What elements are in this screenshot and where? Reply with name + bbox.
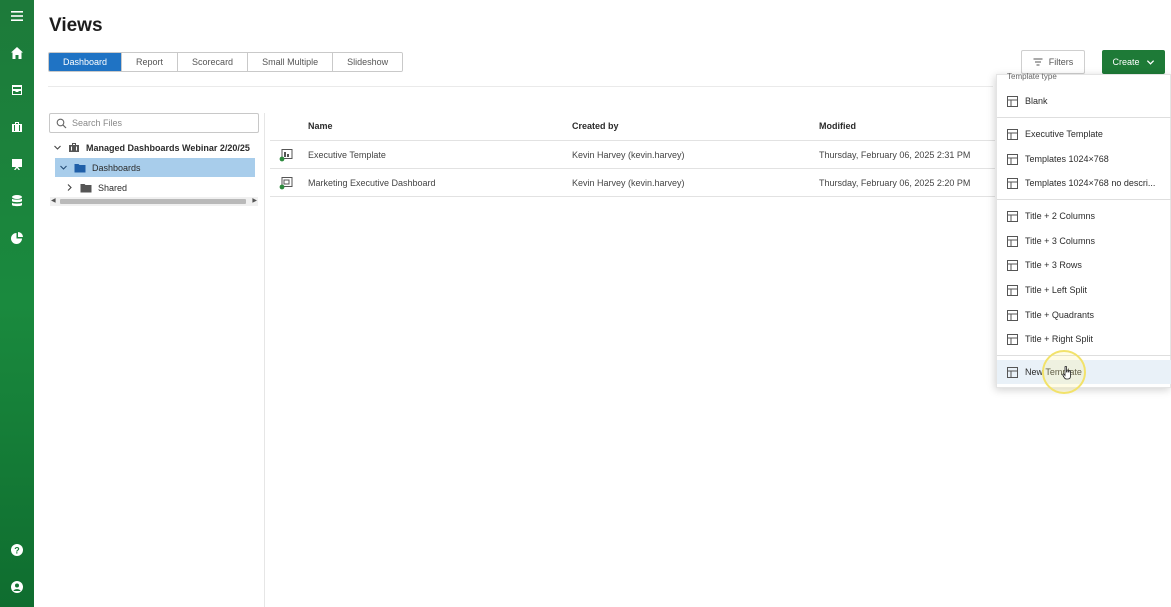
scroll-left-icon[interactable]: ◀ — [51, 197, 56, 206]
menu-item-label: Title + 2 Columns — [1025, 211, 1095, 221]
create-template-menu: Template type Blank Executive Template T… — [996, 72, 1171, 388]
table-divider — [270, 140, 995, 141]
menu-item-label: Executive Template — [1025, 129, 1103, 139]
dashboard-file-icon — [279, 149, 293, 162]
search-icon — [56, 118, 67, 128]
header-divider — [48, 86, 993, 87]
inbox-icon[interactable] — [7, 80, 27, 100]
table-grid-icon — [1007, 95, 1018, 107]
menu-item-title-3-columns[interactable]: Title + 3 Columns — [997, 229, 1171, 253]
create-label: Create — [1112, 57, 1140, 67]
table-divider — [270, 196, 995, 197]
menu-item-title-left-split[interactable]: Title + Left Split — [997, 278, 1171, 302]
chevron-down-icon — [1146, 59, 1154, 65]
page-title: Views — [49, 15, 103, 36]
help-icon[interactable]: ? — [7, 540, 27, 560]
tree-shared-label: Shared — [98, 182, 128, 193]
panel-divider — [264, 113, 265, 607]
menu-item-title-2-columns[interactable]: Title + 2 Columns — [997, 204, 1171, 228]
menu-header: Template type — [1007, 72, 1057, 81]
svg-text:?: ? — [14, 546, 20, 556]
column-header-created-by[interactable]: Created by — [572, 121, 619, 131]
menu-item-executive-template[interactable]: Executive Template — [997, 122, 1171, 146]
building-icon — [69, 143, 79, 152]
menu-item-label: Templates 1024×768 — [1025, 154, 1109, 164]
create-button[interactable]: Create — [1102, 50, 1165, 74]
chevron-down-icon[interactable] — [59, 163, 68, 172]
column-header-modified[interactable]: Modified — [819, 121, 856, 131]
folder-icon — [80, 183, 92, 192]
row-modified: Thursday, February 06, 2025 2:20 PM — [819, 178, 971, 188]
tab-small-multiple[interactable]: Small Multiple — [248, 53, 334, 71]
row-created-by: Kevin Harvey (kevin.harvey) — [572, 178, 685, 188]
table-grid-icon — [1007, 284, 1018, 296]
filter-icon — [1033, 58, 1043, 66]
home-icon[interactable] — [7, 43, 27, 63]
menu-item-title-right-split[interactable]: Title + Right Split — [997, 327, 1171, 351]
row-modified: Thursday, February 06, 2025 2:31 PM — [819, 150, 971, 160]
row-name[interactable]: Executive Template — [308, 150, 386, 160]
row-name[interactable]: Marketing Executive Dashboard — [308, 178, 436, 188]
menu-item-label: Templates 1024×768 no descri... — [1025, 178, 1156, 188]
menu-item-label: Title + Right Split — [1025, 334, 1093, 344]
menu-item-label: Title + 3 Rows — [1025, 260, 1082, 270]
menu-divider — [997, 355, 1171, 356]
column-header-name[interactable]: Name — [308, 121, 333, 131]
pie-chart-icon[interactable] — [7, 228, 27, 248]
tree-item-shared[interactable]: Shared — [65, 178, 127, 197]
table-grid-icon — [1007, 210, 1018, 222]
table-grid-icon — [1007, 333, 1018, 345]
user-icon[interactable] — [7, 577, 27, 597]
menu-item-templates-1024[interactable]: Templates 1024×768 — [997, 147, 1171, 171]
menu-item-label: Blank — [1025, 96, 1048, 106]
menu-item-label: Title + Left Split — [1025, 285, 1087, 295]
table-grid-icon — [1007, 128, 1018, 140]
row-created-by: Kevin Harvey (kevin.harvey) — [572, 150, 685, 160]
tree-item-root[interactable]: Managed Dashboards Webinar 2/20/25 — [53, 138, 250, 157]
table-grid-icon — [1007, 153, 1018, 165]
views-icon[interactable] — [7, 154, 27, 174]
search-placeholder: Search Files — [72, 118, 123, 128]
folder-icon — [74, 163, 86, 172]
tree-root-label: Managed Dashboards Webinar 2/20/25 — [86, 142, 250, 153]
menu-divider — [997, 199, 1171, 200]
menu-item-label: Title + Quadrants — [1025, 310, 1094, 320]
chevron-down-icon[interactable] — [53, 143, 62, 152]
chevron-right-icon[interactable] — [65, 183, 74, 192]
tab-scorecard[interactable]: Scorecard — [178, 53, 249, 71]
menu-icon[interactable] — [7, 6, 27, 26]
tree-horizontal-scrollbar[interactable]: ◀ ▶ — [50, 197, 258, 206]
menu-item-title-3-rows[interactable]: Title + 3 Rows — [997, 253, 1171, 277]
tree-dashboards-label: Dashboards — [92, 162, 141, 173]
view-type-tabs: Dashboard Report Scorecard Small Multipl… — [48, 52, 404, 72]
tab-dashboard[interactable]: Dashboard — [49, 53, 123, 71]
database-icon[interactable] — [7, 191, 27, 211]
menu-divider — [997, 117, 1171, 118]
menu-item-blank[interactable]: Blank — [997, 89, 1171, 113]
menu-item-templates-1024-no-desc[interactable]: Templates 1024×768 no descri... — [997, 171, 1171, 195]
menu-item-title-quadrants[interactable]: Title + Quadrants — [997, 303, 1171, 327]
filters-label: Filters — [1048, 57, 1074, 67]
search-files-input[interactable]: Search Files — [49, 113, 259, 133]
pointer-cursor-icon — [1062, 366, 1071, 380]
table-divider — [270, 168, 995, 169]
scroll-right-icon[interactable]: ▶ — [252, 197, 257, 206]
menu-item-label: Title + 3 Columns — [1025, 236, 1095, 246]
nav-rail: ? — [0, 0, 34, 607]
tab-report[interactable]: Report — [122, 53, 179, 71]
table-grid-icon — [1007, 259, 1018, 271]
dashboard-file-icon — [279, 177, 293, 190]
table-grid-icon — [1007, 309, 1018, 321]
briefcase-icon[interactable] — [7, 117, 27, 137]
scrollbar-thumb[interactable] — [60, 199, 246, 204]
table-grid-icon — [1007, 366, 1018, 378]
filters-button[interactable]: Filters — [1021, 50, 1085, 74]
table-grid-icon — [1007, 177, 1018, 189]
table-grid-icon — [1007, 235, 1018, 247]
tab-slideshow[interactable]: Slideshow — [333, 53, 403, 71]
tree-item-dashboards[interactable]: Dashboards — [55, 158, 255, 177]
